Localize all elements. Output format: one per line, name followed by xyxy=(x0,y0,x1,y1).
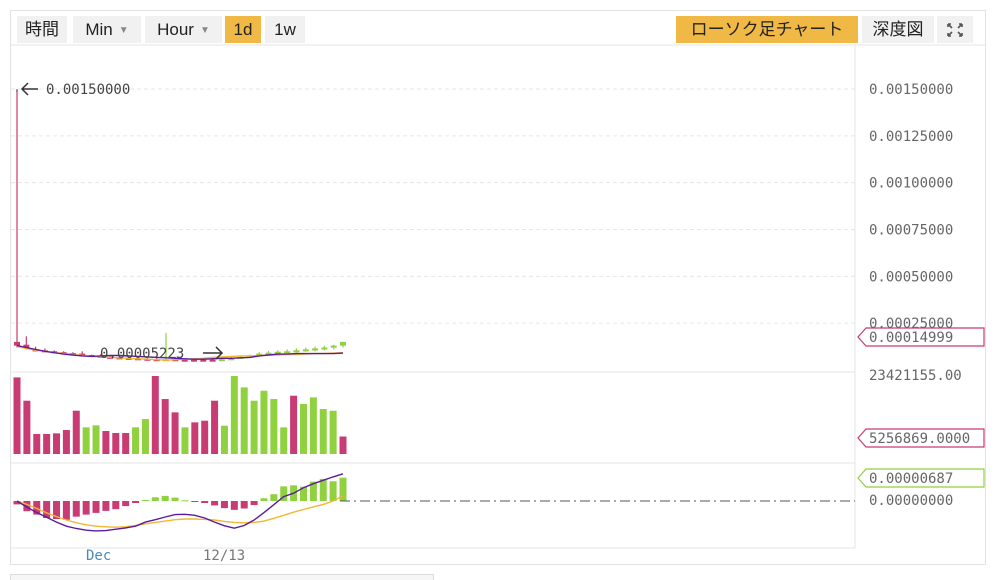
volume-bar xyxy=(43,434,51,454)
macd-histogram-bar xyxy=(201,501,209,504)
volume-bar xyxy=(329,410,337,454)
volume-bar xyxy=(339,436,347,454)
macd-histogram-bar xyxy=(82,501,90,515)
volume-axis: 23421155.00 5256869.0000 xyxy=(857,368,985,448)
x-tick-dec: Dec xyxy=(86,548,111,564)
candle-body xyxy=(284,351,291,354)
volume-bar xyxy=(309,397,317,454)
macd-histogram-bar xyxy=(151,497,159,501)
max-price-annotation: 0.00150000 xyxy=(46,82,130,98)
volume-bar xyxy=(220,425,228,454)
volume-bar xyxy=(181,427,189,454)
volume-bar xyxy=(270,399,278,454)
volume-bar xyxy=(23,400,31,454)
macd-histogram-bar xyxy=(230,501,238,510)
price-tick-label: 0.00125000 xyxy=(869,129,953,145)
candle-body xyxy=(218,359,225,362)
current-price-label: 0.00014999 xyxy=(869,330,953,346)
volume-current-label: 5256869.0000 xyxy=(869,431,970,447)
volume-bar xyxy=(112,433,120,454)
macd-histogram-bar xyxy=(329,481,337,501)
volume-bar xyxy=(132,427,140,454)
volume-bar xyxy=(92,425,100,454)
macd-histogram-bar xyxy=(220,501,228,509)
candle-body xyxy=(340,341,346,346)
volume-bar xyxy=(171,412,179,454)
macd-axis: 0.00000687 0.00000000 Dec 12/13 xyxy=(86,468,985,564)
volume-bar xyxy=(62,430,70,454)
macd-histogram-bar xyxy=(161,495,169,501)
macd-histogram-bar xyxy=(211,501,219,506)
volume-bar xyxy=(33,434,41,454)
macd-histogram-bar xyxy=(240,501,248,509)
price-axis-ticks: 0.00150000 0.00125000 0.00100000 0.00075000… xyxy=(869,82,953,332)
volume-max-tick: 23421155.00 xyxy=(869,368,962,384)
price-grid xyxy=(11,88,855,324)
candle-body xyxy=(14,341,20,346)
candle-body xyxy=(190,359,197,362)
volume-bars xyxy=(13,376,347,454)
macd-histogram-bar xyxy=(270,494,278,501)
macd-current-label: 0.00000687 xyxy=(869,471,953,487)
candle-body xyxy=(330,345,337,348)
macd-histogram-bar xyxy=(122,501,130,507)
volume-bar xyxy=(72,410,80,454)
volume-bar xyxy=(211,400,219,454)
macd-histogram-bar xyxy=(260,498,268,501)
macd-histogram-bar xyxy=(141,499,149,501)
macd-histogram-bar xyxy=(102,501,110,511)
macd-histogram-bar xyxy=(319,478,327,501)
x-tick-1213: 12/13 xyxy=(203,548,245,564)
chart-panels xyxy=(11,44,986,549)
macd-histogram-bar xyxy=(92,501,100,513)
volume-bar xyxy=(141,419,149,454)
macd-histogram-bar xyxy=(132,501,140,504)
candle-body xyxy=(312,348,319,351)
volume-bar xyxy=(319,409,327,454)
price-tick-label: 0.00100000 xyxy=(869,176,953,192)
chart-canvas: 0.00150000 0.00125000 0.00100000 0.00075000… xyxy=(11,44,986,564)
candle-body xyxy=(209,359,216,362)
current-price-tag: 0.00014999 xyxy=(857,327,985,347)
volume-bar xyxy=(280,427,288,454)
macd-histogram-bar xyxy=(62,501,70,520)
macd-zero-tick: 0.00000000 xyxy=(869,493,953,509)
price-tick-label: 0.00150000 xyxy=(869,82,953,98)
volume-bar xyxy=(122,433,130,454)
macd-histogram-bar xyxy=(250,501,258,506)
min-price-annotation: 0.00005223 xyxy=(100,346,184,362)
macd-histogram-bar xyxy=(112,501,120,510)
candle-body xyxy=(200,359,207,362)
macd-indicator xyxy=(13,473,347,532)
candlestick-series xyxy=(14,89,346,362)
volume-bar xyxy=(102,431,110,454)
macd-histogram-bar xyxy=(181,500,189,502)
volume-bar xyxy=(250,400,258,454)
max-arrow-icon xyxy=(20,82,38,96)
candle-body xyxy=(293,350,300,353)
volume-bar xyxy=(151,376,159,454)
macd-histogram-bar xyxy=(171,497,179,501)
volume-bar xyxy=(82,427,90,454)
volume-bar xyxy=(201,420,209,454)
volume-bar xyxy=(230,376,238,454)
volume-bar xyxy=(191,422,199,454)
volume-bar xyxy=(161,399,169,454)
volume-bar xyxy=(299,404,307,454)
volume-bar xyxy=(290,395,298,454)
macd-histogram-bar xyxy=(72,501,80,517)
horizontal-scrollbar[interactable] xyxy=(10,574,434,580)
candle-body xyxy=(321,347,328,350)
macd-histogram-bar xyxy=(191,501,199,503)
price-tick-label: 0.00050000 xyxy=(869,269,953,285)
volume-bar xyxy=(53,433,61,454)
candle-body xyxy=(302,349,309,352)
volume-bar xyxy=(240,387,248,454)
volume-bar xyxy=(13,377,21,454)
price-annotations: 0.00150000 0.00005223 xyxy=(16,82,224,362)
volume-bar xyxy=(260,390,268,454)
price-tick-label: 0.00075000 xyxy=(869,223,953,239)
